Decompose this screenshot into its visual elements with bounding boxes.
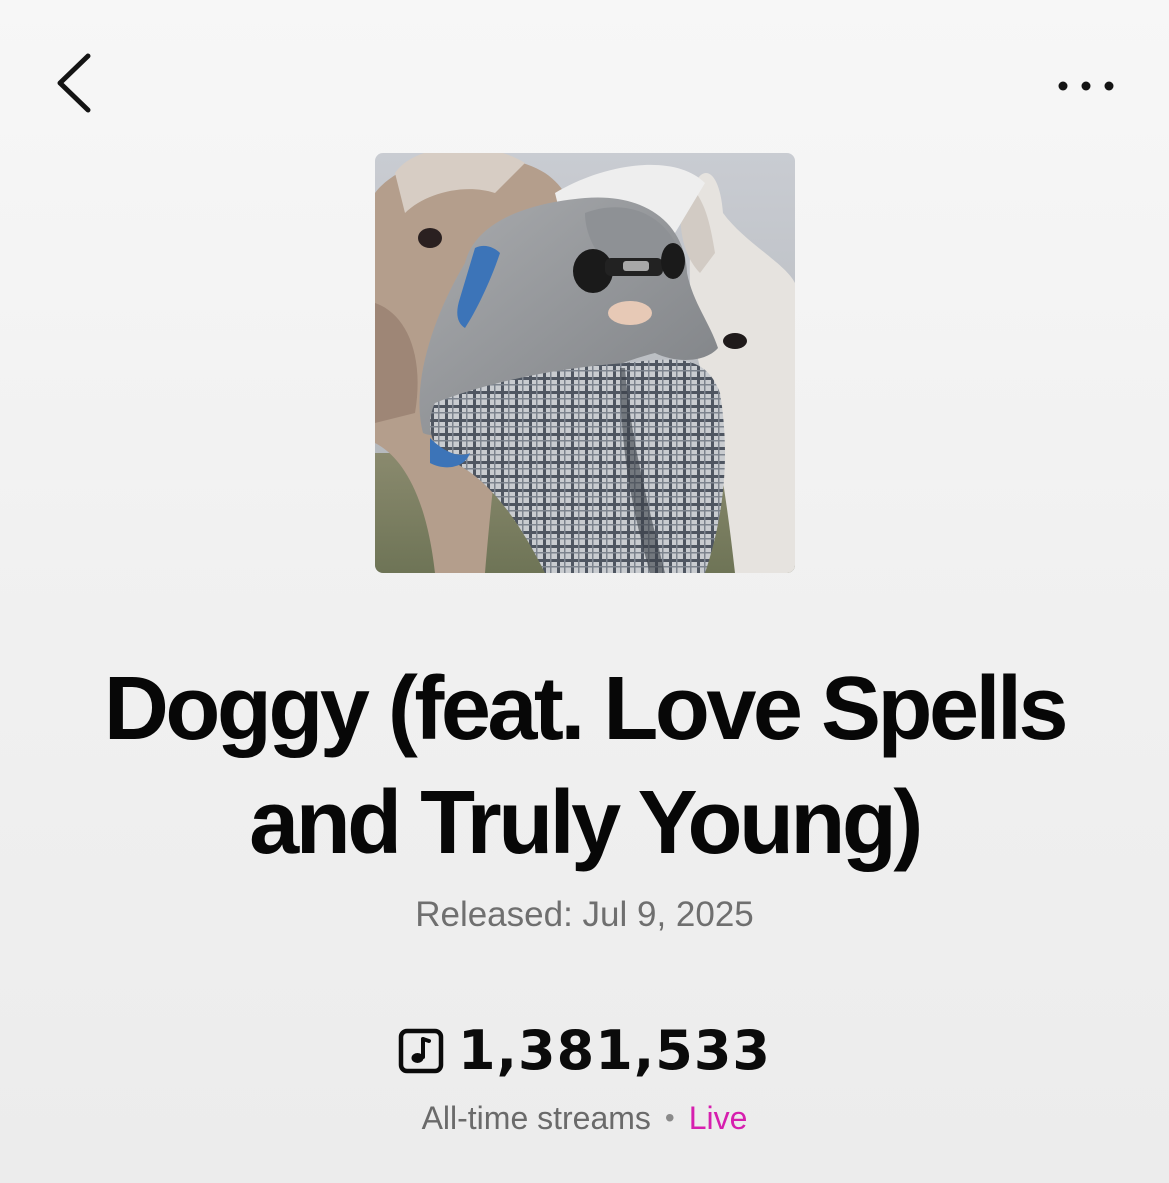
more-horizontal-icon xyxy=(1058,81,1114,91)
track-title-line-1: Doggy (feat. Love Spells xyxy=(103,659,1069,759)
stream-label: All-time streams xyxy=(421,1100,651,1136)
more-options-button[interactable] xyxy=(1046,62,1126,110)
stream-meta: All-time streams • Live xyxy=(0,1100,1169,1137)
track-title: Doggy (feat. Love Spells and Truly Young… xyxy=(40,652,1129,880)
live-status-link[interactable]: Live xyxy=(689,1100,748,1136)
release-date-text: Released: Jul 9, 2025 xyxy=(415,895,754,934)
chevron-left-icon xyxy=(57,53,91,113)
top-bar xyxy=(0,0,1169,150)
separator-dot: • xyxy=(664,1102,675,1133)
track-title-line-2: and Truly Young) xyxy=(249,773,923,873)
album-artwork-image xyxy=(375,153,795,573)
stream-count: 1,381,533 xyxy=(457,1018,772,1082)
streams-stat: 1,381,533 xyxy=(0,1018,1169,1082)
release-date: Released: Jul 9, 2025 xyxy=(0,895,1169,935)
back-button[interactable] xyxy=(46,46,106,120)
album-artwork[interactable] xyxy=(375,153,795,573)
music-note-square-icon xyxy=(398,1028,444,1074)
